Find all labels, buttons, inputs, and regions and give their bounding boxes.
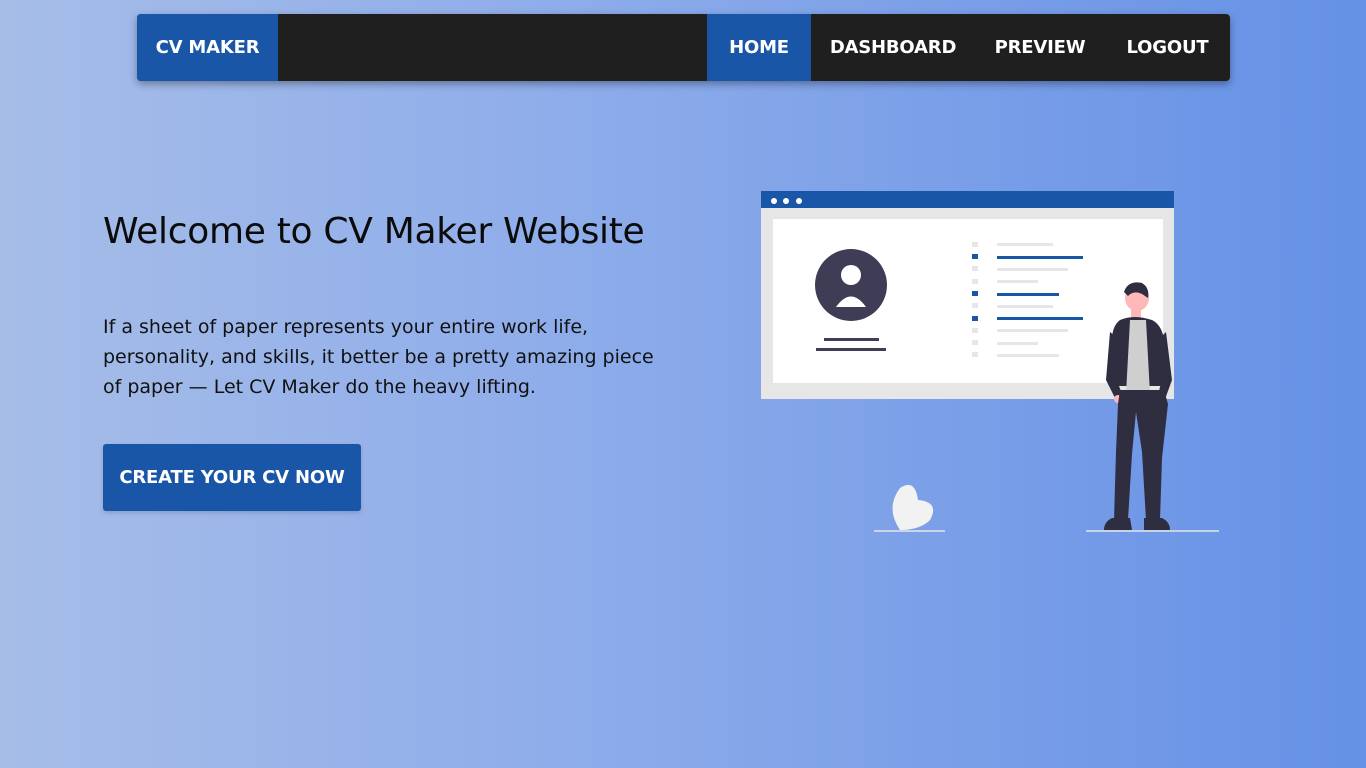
nav-logout-link[interactable]: LOGOUT — [1105, 14, 1230, 81]
hero-description: If a sheet of paper represents your enti… — [103, 316, 654, 398]
leaf-icon — [874, 484, 945, 532]
nav-dashboard-link[interactable]: DASHBOARD — [811, 14, 975, 81]
brand-logo-link[interactable]: CV MAKER — [137, 14, 278, 81]
resume-presentation-illustration — [761, 191, 1219, 532]
nav-preview-link[interactable]: PREVIEW — [975, 14, 1105, 81]
nav-home-link[interactable]: HOME — [707, 14, 811, 81]
top-navbar: CV MAKER HOME DASHBOARD PREVIEW LOGOUT — [137, 14, 1230, 81]
navbar-spacer — [278, 14, 707, 81]
hero-title: Welcome to CV Maker Website — [103, 211, 645, 252]
create-cv-button[interactable]: CREATE YOUR CV NOW — [103, 444, 361, 511]
